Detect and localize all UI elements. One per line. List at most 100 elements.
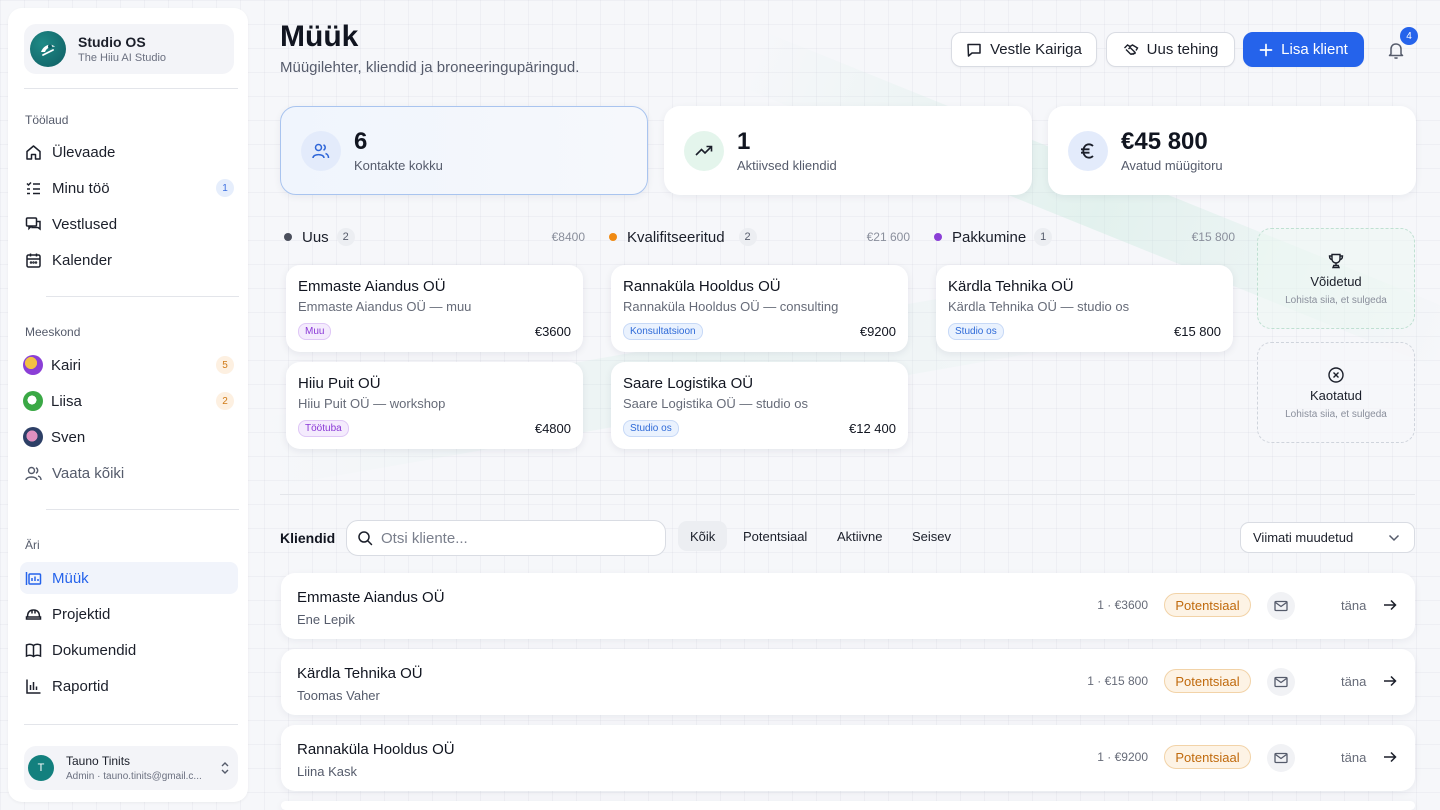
deal-description: Kärdla Tehnika OÜ — studio os <box>948 299 1130 314</box>
brand[interactable]: Studio OS The Hiiu AI Studio <box>24 24 234 74</box>
email-button[interactable] <box>1267 744 1295 772</box>
client-row[interactable]: Kärdla Tehnika OÜ Toomas Vaher 1 · €15 8… <box>281 649 1415 715</box>
filter-stale[interactable]: Seisev <box>900 521 963 551</box>
mail-icon <box>1274 676 1288 688</box>
deal-card[interactable]: Hiiu Puit OÜ Hiiu Puit OÜ — workshop Töö… <box>286 362 583 449</box>
stat-label: Avatud müügitoru <box>1121 158 1223 173</box>
sidebar-item-label: Raportid <box>52 677 109 695</box>
sidebar-item-documents[interactable]: Dokumendid <box>20 634 238 666</box>
stat-card-active-clients[interactable]: 1 Aktiivsed kliendid <box>664 106 1032 195</box>
deal-tag: Konsultatsioon <box>623 323 703 340</box>
lost-drop-zone[interactable]: Kaotatud Lohista siia, et sulgeda <box>1257 342 1415 443</box>
sidebar-item-label: Vaata kõiki <box>52 464 125 482</box>
sidebar-item-calendar[interactable]: Kalender <box>20 244 238 276</box>
deal-description: Rannaküla Hooldus OÜ — consulting <box>623 299 839 314</box>
sidebar-item-conversations[interactable]: Vestlused <box>20 208 238 240</box>
sidebar-item-liisa[interactable]: Liisa 2 <box>20 385 238 417</box>
notification-count-badge: 4 <box>1400 27 1418 45</box>
sidebar-item-kairi[interactable]: Kairi 5 <box>20 349 238 381</box>
bar-chart-icon <box>24 677 42 695</box>
user-menu[interactable]: T Tauno Tinits Admin · tauno.tinits@gmai… <box>24 746 238 790</box>
sidebar-item-sales[interactable]: Müük <box>20 562 238 594</box>
clients-section-title: Kliendid <box>280 530 336 546</box>
pipeline-column-header-offer: Pakkumine 1 <box>934 228 1053 246</box>
add-client-button[interactable]: Lisa klient <box>1243 32 1364 67</box>
deal-card[interactable]: Kärdla Tehnika OÜ Kärdla Tehnika OÜ — st… <box>936 265 1233 352</box>
client-row[interactable]: Rannaküla Hooldus OÜ Liina Kask 1 · €920… <box>281 725 1415 791</box>
client-name: Emmaste Aiandus OÜ <box>297 589 445 606</box>
deal-tag: Muu <box>298 323 332 340</box>
client-deal-summary: 1 · €3600 <box>1097 598 1148 612</box>
sidebar-item-reports[interactable]: Raportid <box>20 670 238 702</box>
open-client-button[interactable] <box>1382 597 1398 613</box>
client-contact: Ene Lepik <box>297 612 355 627</box>
stat-value: €45 800 <box>1121 128 1208 155</box>
message-icon <box>966 42 982 58</box>
deal-name: Saare Logistika OÜ <box>623 375 754 392</box>
pipeline-column-header-qualified: Kvalifitseeritud 2 <box>609 228 757 246</box>
sidebar-item-overview[interactable]: Ülevaade <box>20 136 238 168</box>
drop-zone-title: Võidetud <box>1310 273 1362 289</box>
sidebar-item-sven[interactable]: Sven <box>20 421 238 453</box>
sidebar-item-label: Sven <box>51 428 86 446</box>
deal-card[interactable]: Emmaste Aiandus OÜ Emmaste Aiandus OÜ — … <box>286 265 583 352</box>
drop-zone-hint: Lohista siia, et sulgeda <box>1285 294 1387 306</box>
deal-amount: €4800 <box>534 421 571 436</box>
column-total: €21 600 <box>866 230 910 244</box>
column-title: Uus <box>302 228 329 246</box>
deal-card[interactable]: Rannaküla Hooldus OÜ Rannaküla Hooldus O… <box>611 265 908 352</box>
button-label: Lisa klient <box>1281 41 1348 58</box>
column-title: Kvalifitseeritud <box>627 228 725 246</box>
mail-icon <box>1274 600 1288 612</box>
handshake-icon <box>1123 42 1139 58</box>
deal-tag: Studio os <box>948 323 1004 340</box>
sidebar-item-view-all[interactable]: Vaata kõiki <box>20 457 238 489</box>
new-deal-button[interactable]: Uus tehing <box>1106 32 1235 67</box>
sidebar-item-my-work[interactable]: Minu töö 1 <box>20 172 238 204</box>
arrow-right-icon <box>1383 751 1397 763</box>
chat-with-kairi-button[interactable]: Vestle Kairiga <box>951 32 1097 67</box>
avatar: T <box>28 755 54 781</box>
client-row[interactable] <box>281 801 1415 810</box>
client-search[interactable] <box>346 520 666 556</box>
filter-all[interactable]: Kõik <box>678 521 728 551</box>
deal-tag: Töötuba <box>298 420 349 437</box>
plus-icon <box>1259 43 1273 57</box>
divider <box>46 509 239 510</box>
search-input[interactable] <box>381 529 641 547</box>
sidebar-item-label: Vestlused <box>52 215 118 233</box>
sort-select[interactable]: Viimati muudetud <box>1240 522 1415 553</box>
sidebar-item-projects[interactable]: Projektid <box>20 598 238 630</box>
divider <box>280 494 1415 495</box>
column-total: €15 800 <box>1191 230 1235 244</box>
client-row[interactable]: Emmaste Aiandus OÜ Ene Lepik 1 · €3600 P… <box>281 573 1415 639</box>
brand-title: Studio OS <box>78 34 146 50</box>
filter-potential[interactable]: Potentsiaal <box>731 521 819 551</box>
client-updated: täna <box>1341 674 1367 689</box>
deal-name: Rannaküla Hooldus OÜ <box>623 278 781 295</box>
email-button[interactable] <box>1267 592 1295 620</box>
deal-description: Hiiu Puit OÜ — workshop <box>298 396 446 411</box>
client-updated: täna <box>1341 598 1367 613</box>
euro-icon <box>1068 130 1108 171</box>
sidebar-item-label: Müük <box>52 569 89 587</box>
deal-description: Emmaste Aiandus OÜ — muu <box>298 299 472 314</box>
users-icon <box>301 130 341 171</box>
status-dot <box>934 233 942 241</box>
open-client-button[interactable] <box>1382 749 1398 765</box>
section-label-business: Äri <box>25 538 40 552</box>
stat-card-open-pipeline[interactable]: €45 800 Avatud müügitoru <box>1048 106 1416 195</box>
close-circle-icon <box>1327 366 1345 384</box>
chevron-down-icon <box>1388 534 1400 542</box>
won-drop-zone[interactable]: Võidetud Lohista siia, et sulgeda <box>1257 228 1415 329</box>
stat-card-contacts[interactable]: 6 Kontakte kokku <box>280 106 648 195</box>
page-title: Müük <box>280 20 359 53</box>
email-button[interactable] <box>1267 668 1295 696</box>
filter-active[interactable]: Aktiivne <box>825 521 895 551</box>
status-dot <box>609 233 617 241</box>
deal-amount: €15 800 <box>1174 324 1221 339</box>
deal-card[interactable]: Saare Logistika OÜ Saare Logistika OÜ — … <box>611 362 908 449</box>
open-client-button[interactable] <box>1382 673 1398 689</box>
status-dot <box>284 233 292 241</box>
count-badge: 1 <box>216 179 234 197</box>
